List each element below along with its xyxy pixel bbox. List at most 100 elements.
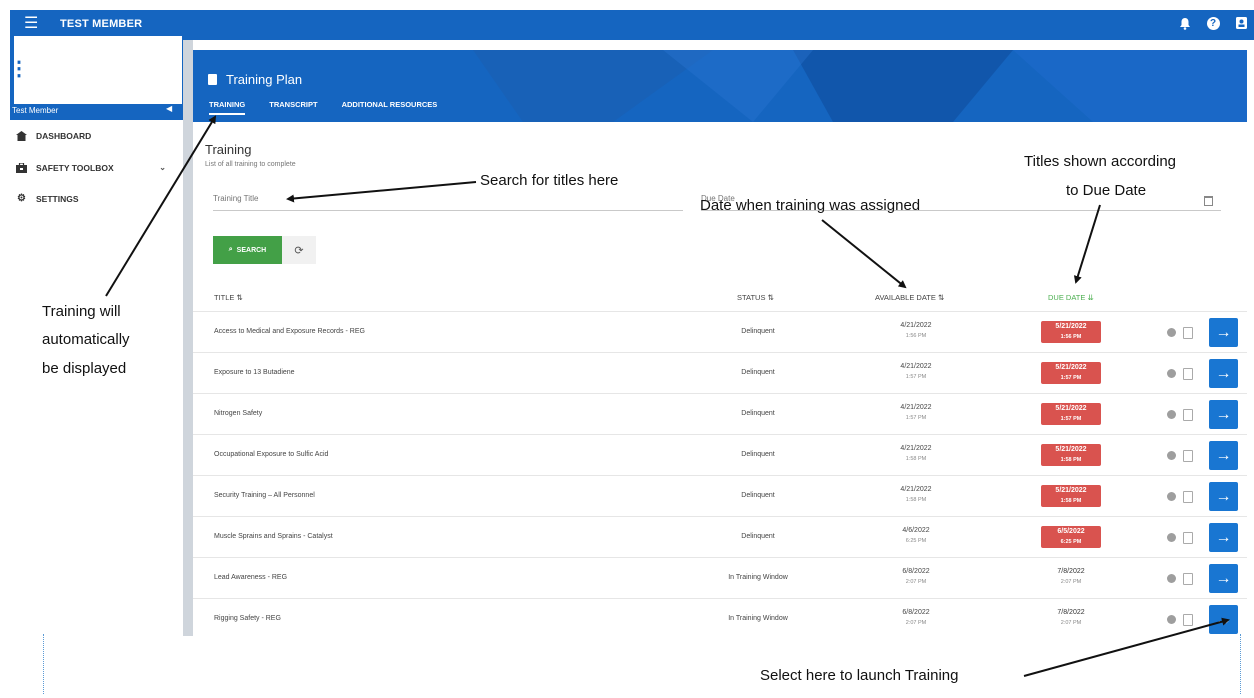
sidebar-collapse-icon[interactable]: ◀ [166, 104, 172, 113]
training-title-search-input[interactable] [213, 186, 683, 211]
help-icon[interactable]: ? [1206, 16, 1220, 30]
cell-title: Lead Awareness - REG [214, 574, 288, 581]
cell-title: Security Training – All Personnel [214, 492, 315, 499]
available-time: 1:58 PM [905, 497, 927, 503]
cell-status: In Training Window [728, 574, 788, 581]
document-icon[interactable] [1183, 368, 1193, 380]
info-icon[interactable] [1167, 369, 1176, 378]
table-row: Lead Awareness - REG In Training Window 6/… [193, 557, 1247, 599]
overdue-badge: 5/21/2022 1:56 PM [1041, 321, 1101, 343]
document-icon[interactable] [1183, 532, 1193, 544]
due-time: 1:56 PM [1060, 334, 1082, 340]
available-time: 2:07 PM [905, 620, 927, 626]
arrow-right-icon: → [1215, 487, 1232, 505]
info-icon[interactable] [1167, 574, 1176, 583]
launch-training-button[interactable]: → [1209, 523, 1238, 552]
sort-descending-icon: ⇊ [1087, 293, 1094, 302]
table-row: Exposure to 13 Butadiene Delinquent 4/21/2… [193, 352, 1247, 394]
table-row: Occupational Exposure to Sulfic Acid Deli… [193, 434, 1247, 476]
available-time: 6:25 PM [905, 538, 927, 544]
due-date: 5/21/2022 [1055, 405, 1087, 412]
sidebar-member-label: Test Member [12, 106, 59, 115]
launch-training-button[interactable]: → [1209, 441, 1238, 470]
due-date: 5/21/2022 [1055, 323, 1087, 330]
document-icon[interactable] [1183, 573, 1193, 585]
cell-available-date: 4/21/2022 1:57 PM [861, 403, 971, 423]
info-icon[interactable] [1167, 410, 1176, 419]
sidebar-item-label: DASHBOARD [36, 130, 92, 141]
annotation-due-line1: Titles shown according [1024, 153, 1177, 170]
column-available-label: AVAILABLE DATE [875, 293, 936, 302]
search-button[interactable]: ⌕ SEARCH [213, 236, 282, 264]
annotation-search: Search for titles here [480, 172, 619, 189]
sidebar-item-label: SETTINGS [36, 193, 79, 204]
info-icon[interactable] [1167, 615, 1176, 624]
sort-icon: ⇅ [767, 293, 774, 302]
document-icon[interactable] [1183, 614, 1193, 626]
cell-title: Nitrogen Safety [214, 410, 263, 417]
chevron-down-icon[interactable]: ⌄ [159, 163, 166, 172]
info-icon[interactable] [1167, 533, 1176, 542]
available-date: 4/21/2022 [900, 404, 932, 411]
sidebar-item-safety-toolbox[interactable]: SAFETY TOOLBOX ⌄ [16, 162, 176, 173]
column-header-title[interactable]: TITLE ⇅ [214, 293, 243, 302]
cell-status: Delinquent [741, 451, 775, 458]
info-icon[interactable] [1167, 328, 1176, 337]
launch-training-button[interactable]: → [1209, 482, 1238, 511]
launch-training-button[interactable]: → [1209, 359, 1238, 388]
cell-title: Muscle Sprains and Sprains - Catalyst [214, 533, 333, 540]
due-time: 2:07 PM [1060, 620, 1082, 626]
cell-status: Delinquent [741, 369, 775, 376]
document-icon[interactable] [1183, 450, 1193, 462]
annotation-auto-line3: be displayed [42, 360, 127, 377]
overdue-badge: 5/21/2022 1:58 PM [1041, 485, 1101, 507]
arrow-right-icon: → [1215, 569, 1232, 587]
cell-title: Occupational Exposure to Sulfic Acid [214, 451, 329, 458]
sidebar-item-settings[interactable]: ⚙ SETTINGS [16, 193, 79, 204]
available-date: 4/21/2022 [900, 445, 932, 452]
cell-available-date: 4/21/2022 1:57 PM [861, 362, 971, 382]
tab-additional-resources[interactable]: ADDITIONAL RESOURCES [342, 100, 438, 115]
sort-icon: ⇅ [236, 293, 243, 302]
document-icon[interactable] [1183, 409, 1193, 421]
cell-status: Delinquent [741, 410, 775, 417]
due-date: 6/5/2022 [1057, 528, 1085, 535]
section-title: Training [205, 142, 252, 157]
due-date: 7/8/2022 [1057, 568, 1085, 575]
overdue-badge: 5/21/2022 1:57 PM [1041, 362, 1101, 384]
available-date: 4/21/2022 [900, 486, 932, 493]
column-header-available-date[interactable]: AVAILABLE DATE ⇅ [875, 293, 944, 302]
launch-training-button[interactable]: → [1209, 400, 1238, 429]
cell-title: Rigging Safety - REG [214, 615, 281, 622]
tab-training[interactable]: TRAINING [209, 100, 246, 115]
calendar-icon[interactable] [1204, 196, 1213, 206]
refresh-button[interactable]: ⟳ [282, 236, 316, 264]
tab-transcript[interactable]: TRANSCRIPT [269, 100, 317, 115]
cell-available-date: 6/8/2022 2:07 PM [861, 567, 971, 587]
document-icon[interactable] [1183, 491, 1193, 503]
column-due-label: DUE DATE [1048, 293, 1086, 302]
launch-training-button[interactable]: → [1209, 605, 1238, 634]
sidebar-item-dashboard[interactable]: DASHBOARD [16, 130, 91, 141]
column-title-label: TITLE [214, 293, 235, 302]
launch-training-button[interactable]: → [1209, 564, 1238, 593]
due-time: 1:58 PM [1060, 498, 1082, 504]
due-time: 1:58 PM [1060, 457, 1082, 463]
info-icon[interactable] [1167, 451, 1176, 460]
available-date: 6/8/2022 [902, 609, 930, 616]
annotation-due-line2: to Due Date [1066, 182, 1147, 199]
cell-status: Delinquent [741, 492, 775, 499]
info-icon[interactable] [1167, 492, 1176, 501]
more-vertical-icon[interactable]: ⋮ [9, 59, 29, 79]
document-icon[interactable] [1183, 327, 1193, 339]
due-date: 5/21/2022 [1055, 487, 1087, 494]
column-header-status[interactable]: STATUS ⇅ [737, 293, 774, 302]
menu-icon[interactable]: ☰ [24, 15, 38, 33]
user-icon[interactable] [1234, 16, 1248, 30]
launch-training-button[interactable]: → [1209, 318, 1238, 347]
column-header-due-date[interactable]: DUE DATE ⇊ [1048, 293, 1094, 302]
bell-icon[interactable] [1178, 16, 1192, 30]
cell-status: Delinquent [741, 533, 775, 540]
top-app-bar: ☰ TEST MEMBER ? [10, 10, 1254, 40]
annotation-auto-line2: automatically [42, 331, 130, 348]
